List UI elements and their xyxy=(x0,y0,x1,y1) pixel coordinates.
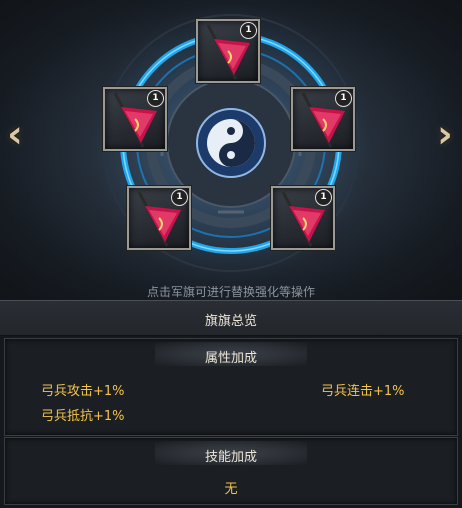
skill-bonus-title: 技能加成 xyxy=(204,450,257,465)
stat-archer-resistance: 弓兵抵抗+1% xyxy=(41,409,125,424)
attribute-bonus-title: 属性加成 xyxy=(204,351,257,366)
skill-bonus-value: 无 xyxy=(224,482,238,497)
flag-slot-5[interactable]: 1 xyxy=(271,186,335,250)
flag-formation-area: ‹ › 1 1 1 1 1 点击军旗可进行替换强化等操作 xyxy=(0,0,462,300)
level-badge: 1 xyxy=(147,90,164,107)
stat-archer-combo: 弓兵连击+1% xyxy=(321,384,405,399)
flag-slot-4[interactable]: 1 xyxy=(127,186,191,250)
overview-title: 旗旗总览 xyxy=(204,314,257,329)
skill-bonus-panel: 技能加成 无 xyxy=(4,437,458,505)
level-badge: 1 xyxy=(335,90,352,107)
overview-header: 旗旗总览 xyxy=(0,300,462,336)
skill-bonus-header: 技能加成 xyxy=(155,441,307,465)
level-badge: 1 xyxy=(315,189,332,206)
next-arrow-icon[interactable]: › xyxy=(434,115,456,153)
yin-yang-icon xyxy=(207,119,255,167)
attribute-bonus-header: 属性加成 xyxy=(155,342,307,366)
previous-arrow-icon[interactable]: ‹ xyxy=(4,115,26,153)
level-badge: 1 xyxy=(171,189,188,206)
level-badge: 1 xyxy=(240,22,257,39)
flag-slot-1[interactable]: 1 xyxy=(196,19,260,83)
flag-slot-3[interactable]: 1 xyxy=(291,87,355,151)
hint-text: 点击军旗可进行替换强化等操作 xyxy=(146,285,315,299)
stat-archer-attack: 弓兵攻击+1% xyxy=(41,384,125,399)
attribute-bonus-panel: 属性加成 弓兵攻击+1% 弓兵连击+1% 弓兵抵抗+1% xyxy=(4,338,458,436)
flag-slot-2[interactable]: 1 xyxy=(103,87,167,151)
